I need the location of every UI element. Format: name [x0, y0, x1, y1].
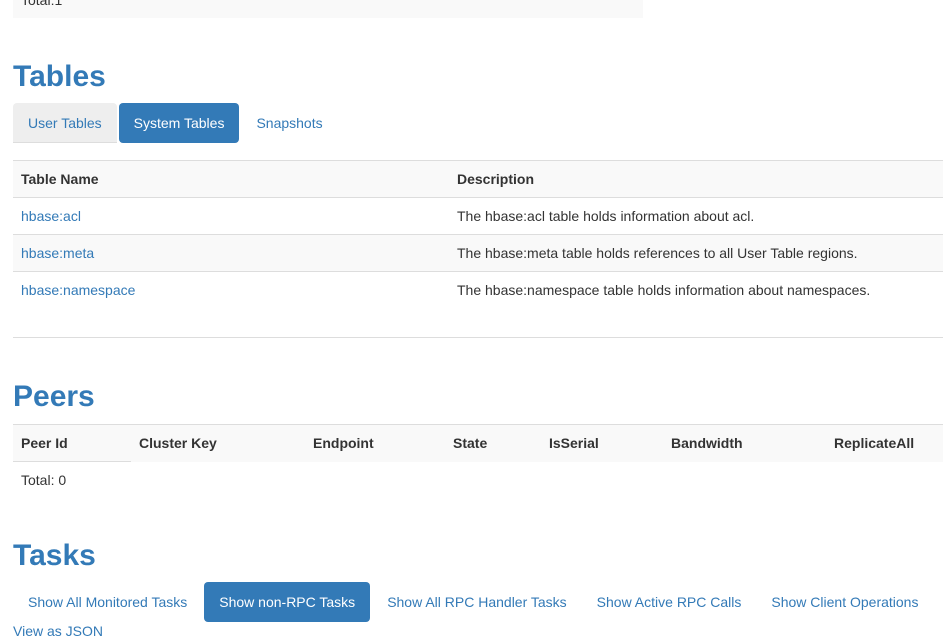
peers-total-row: Total: 0: [13, 461, 943, 499]
tasks-nav: Show All Monitored Tasks Show non-RPC Ta…: [13, 582, 933, 622]
tables-heading: Tables: [13, 60, 106, 93]
table-link-hbase-namespace[interactable]: hbase:namespace: [21, 282, 135, 298]
tab-user-tables[interactable]: User Tables: [13, 103, 117, 143]
table-row: hbase:namespace The hbase:namespace tabl…: [13, 271, 943, 308]
column-header-endpoint: Endpoint: [305, 424, 445, 462]
table-description: The hbase:meta table holds references to…: [449, 234, 943, 272]
column-header-bandwidth: Bandwidth: [663, 424, 826, 462]
peers-table: Peer Id Cluster Key Endpoint State IsSer…: [13, 424, 943, 498]
table-description: The hbase:namespace table holds informat…: [449, 271, 943, 308]
column-header-replicateall: ReplicateAll: [826, 424, 943, 462]
tables-tabs: User Tables System Tables Snapshots: [13, 103, 338, 143]
column-header-peer-id: Peer Id: [13, 424, 131, 462]
peers-heading: Peers: [13, 380, 95, 413]
column-header-cluster-key: Cluster Key: [131, 424, 305, 462]
previous-total-text: Total:1: [21, 0, 63, 8]
tasks-heading: Tasks: [13, 539, 96, 572]
tab-snapshots[interactable]: Snapshots: [241, 103, 337, 143]
column-header-state: State: [445, 424, 541, 462]
table-description: The hbase:acl table holds information ab…: [449, 197, 943, 235]
column-header-isserial: IsSerial: [541, 424, 663, 462]
table-link-hbase-meta[interactable]: hbase:meta: [21, 245, 94, 261]
page: Total:1 Tables User Tables System Tables…: [0, 0, 943, 640]
show-client-operations-button[interactable]: Show Client Operations: [756, 582, 933, 622]
column-header-table-name: Table Name: [13, 160, 449, 198]
table-header-row: Table Name Description: [13, 160, 943, 198]
section-divider: [13, 337, 943, 338]
table-row: hbase:acl The hbase:acl table holds info…: [13, 197, 943, 235]
view-as-json-link[interactable]: View as JSON: [13, 622, 103, 640]
peers-header-row: Peer Id Cluster Key Endpoint State IsSer…: [13, 424, 943, 462]
previous-total-row: Total:1: [13, 0, 643, 18]
system-tables-table: Table Name Description hbase:acl The hba…: [13, 160, 943, 308]
peers-total: Total: 0: [13, 461, 131, 498]
table-row: hbase:meta The hbase:meta table holds re…: [13, 234, 943, 272]
tab-system-tables[interactable]: System Tables: [118, 103, 240, 143]
column-header-description: Description: [449, 160, 943, 198]
show-all-monitored-tasks-button[interactable]: Show All Monitored Tasks: [13, 582, 202, 622]
show-non-rpc-tasks-button[interactable]: Show non-RPC Tasks: [204, 582, 371, 622]
table-link-hbase-acl[interactable]: hbase:acl: [21, 208, 81, 224]
show-all-rpc-handler-tasks-button[interactable]: Show All RPC Handler Tasks: [372, 582, 581, 622]
show-active-rpc-calls-button[interactable]: Show Active RPC Calls: [582, 582, 757, 622]
peers-empty-cell: [131, 462, 943, 499]
